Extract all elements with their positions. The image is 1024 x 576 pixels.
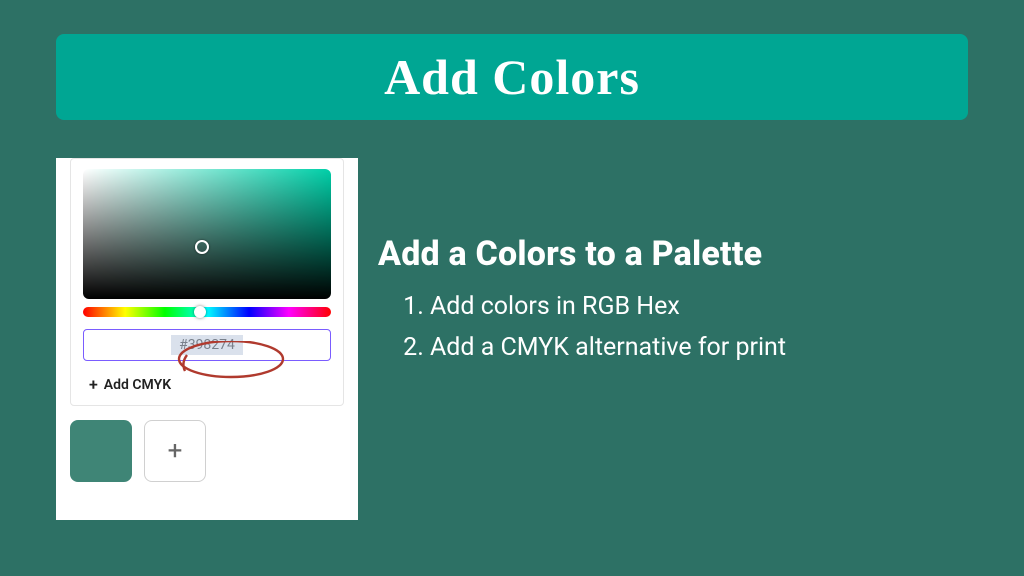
steps-list: Add colors in RGB Hex Add a CMYK alterna… [430, 292, 978, 362]
list-item: Add colors in RGB Hex [430, 292, 978, 321]
content-heading: Add a Colors to a Palette [378, 234, 978, 274]
add-swatch-button[interactable]: + [144, 420, 206, 482]
hex-input-wrap [83, 329, 331, 361]
title-banner: Add Colors [56, 34, 968, 120]
add-cmyk-label: Add CMYK [104, 377, 171, 393]
swatch-row: + [70, 420, 358, 482]
list-item: Add a CMYK alternative for print [430, 333, 978, 362]
plus-icon: + [168, 436, 183, 466]
content-block: Add a Colors to a Palette Add colors in … [378, 234, 978, 374]
swatch-color[interactable] [70, 420, 132, 482]
hue-cursor-icon[interactable] [194, 306, 206, 318]
hex-input[interactable] [83, 329, 331, 361]
color-picker-panel: + Add CMYK + [56, 158, 358, 520]
hue-slider[interactable] [83, 307, 331, 317]
add-cmyk-button[interactable]: + Add CMYK [89, 377, 331, 393]
saturation-value-box[interactable] [83, 169, 331, 299]
sv-cursor-icon[interactable] [195, 240, 209, 254]
color-picker-inner: + Add CMYK [70, 158, 344, 406]
page-title: Add Colors [384, 48, 640, 106]
plus-icon: + [89, 377, 98, 393]
